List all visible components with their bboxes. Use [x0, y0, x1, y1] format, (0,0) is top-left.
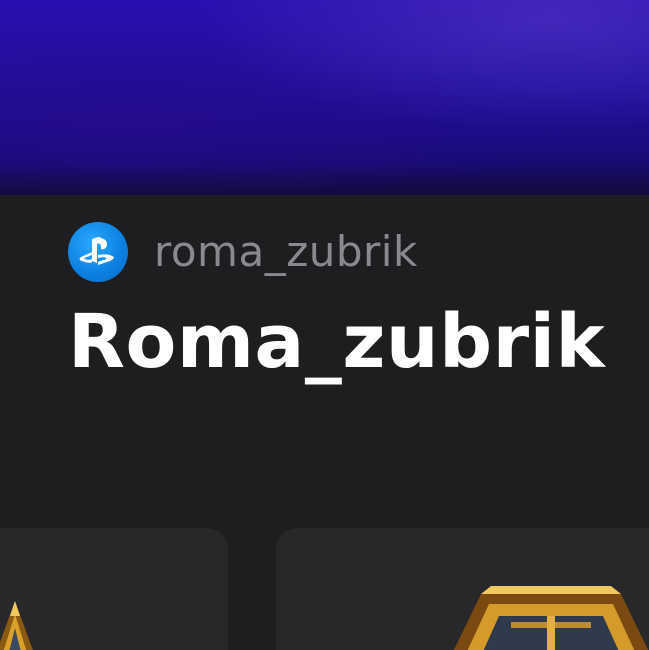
trophy-card[interactable]	[276, 528, 649, 650]
trophy-badge-icon	[453, 586, 649, 650]
display-name: Roma_zubrik	[68, 299, 606, 385]
trophy-card[interactable]	[0, 528, 228, 650]
playstation-logo-icon	[68, 222, 128, 282]
profile-banner	[0, 0, 649, 195]
online-id: roma_zubrik	[154, 227, 418, 276]
profile-screen: roma_zubrik Roma_zubrik	[0, 0, 649, 650]
online-id-row: roma_zubrik	[68, 222, 418, 282]
trophy-badge-icon	[0, 601, 33, 650]
